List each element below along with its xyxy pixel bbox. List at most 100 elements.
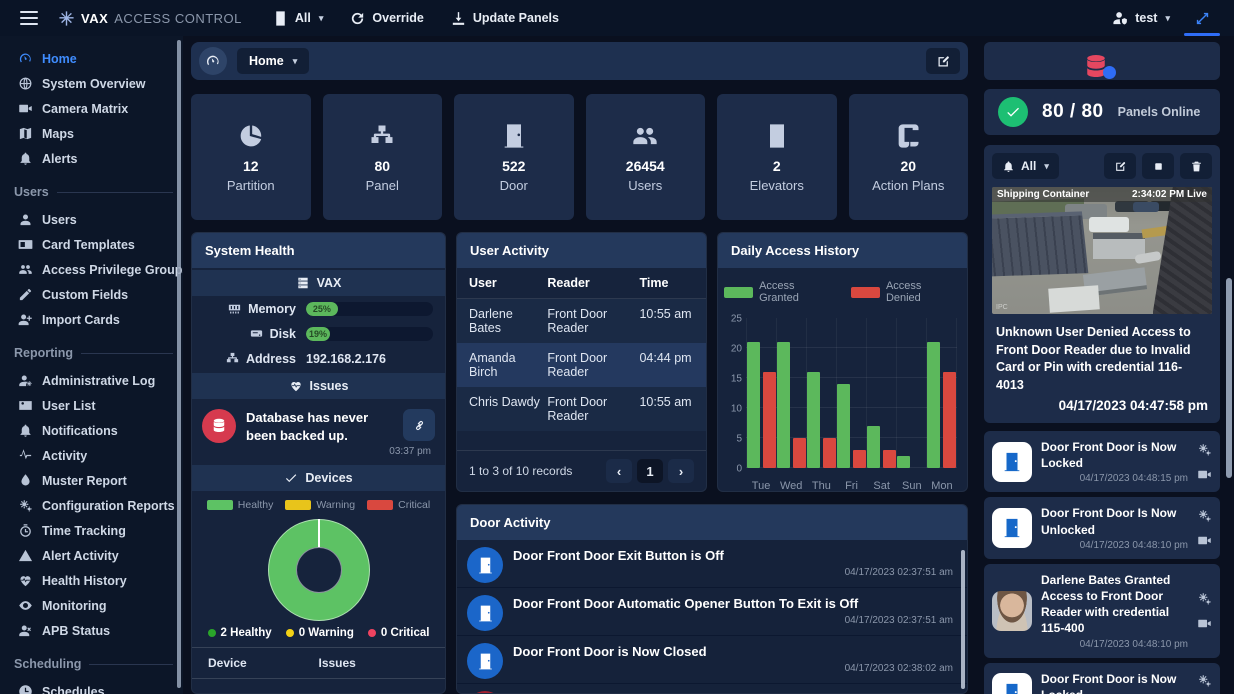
sidebar-item-custom-fields[interactable]: Custom Fields xyxy=(0,282,183,307)
chart-category-group xyxy=(807,318,837,468)
metric-row-memory: Memory 25% xyxy=(192,296,445,321)
check-circle-icon xyxy=(998,97,1028,127)
legend-item: Healthy xyxy=(207,499,274,511)
device-count: 2 Healthy xyxy=(208,627,272,639)
bar-granted xyxy=(867,426,880,468)
sidebar-item-access-privilege-groups[interactable]: Access Privilege Groups xyxy=(0,257,183,282)
next-page-button[interactable]: › xyxy=(668,459,694,483)
sidebar-section-scheduling: Scheduling xyxy=(0,643,183,679)
card-icon xyxy=(18,237,33,252)
issue-link-button[interactable] xyxy=(403,409,435,441)
sidebar-item-user-list[interactable]: User List xyxy=(0,393,183,418)
user-activity-title: User Activity xyxy=(457,233,706,268)
menu-toggle-button[interactable] xyxy=(10,0,48,36)
clear-button[interactable] xyxy=(1180,153,1212,179)
bar-granted xyxy=(747,342,760,468)
stat-tile-users[interactable]: 26454 Users xyxy=(586,94,706,220)
sidebar-item-time-tracking[interactable]: Time Tracking xyxy=(0,518,183,543)
alert-item[interactable]: Door Front Door Is Now Unlocked 04/17/20… xyxy=(984,497,1220,558)
gauge-icon xyxy=(18,51,33,66)
sidebar-item-monitoring[interactable]: Monitoring xyxy=(0,593,183,618)
sidebar-item-muster-report[interactable]: Muster Report xyxy=(0,468,183,493)
stat-tile-door[interactable]: 522 Door xyxy=(454,94,574,220)
issue-time: 03:37 pm xyxy=(192,446,445,463)
database-status-card[interactable] xyxy=(984,42,1220,80)
camera-feed[interactable]: Shipping Container 2:34:02 PM Live xyxy=(992,187,1212,314)
sidebar-item-administrative-log[interactable]: Administrative Log xyxy=(0,368,183,393)
cogs-icon xyxy=(1197,442,1212,457)
prev-page-button[interactable]: ‹ xyxy=(606,459,632,483)
door-event-row[interactable]: Door Front Door Exit Button is Off 04/17… xyxy=(457,540,967,588)
alert-filter-dropdown[interactable]: All▾ xyxy=(992,153,1059,179)
current-page-button[interactable]: 1 xyxy=(637,459,663,483)
chart-y-axis: 0510152025 xyxy=(724,312,746,474)
alert-actions xyxy=(1197,673,1212,694)
device-count: 0 Warning xyxy=(286,627,354,639)
alert-feed: Door Front Door is Now Locked 04/17/2023… xyxy=(984,431,1220,694)
sidebar-item-camera-matrix[interactable]: Camera Matrix xyxy=(0,96,183,121)
sidebar-item-schedules[interactable]: Schedules xyxy=(0,679,183,694)
user-activity-row[interactable]: Chris Dawdy Front Door Reader 10:55 am xyxy=(457,387,706,431)
sidebar-scrollbar[interactable] xyxy=(177,40,181,688)
building-icon xyxy=(763,122,791,150)
sitemap-icon xyxy=(225,351,240,366)
popout-button[interactable] xyxy=(1104,153,1136,179)
issues-band: Issues xyxy=(192,373,445,399)
camera-icon xyxy=(1197,467,1212,482)
sidebar-item-notifications[interactable]: Notifications xyxy=(0,418,183,443)
bar-granted xyxy=(837,384,850,468)
stat-tile-elevators[interactable]: 2 Elevators xyxy=(717,94,837,220)
devices-table-header: DeviceIssues xyxy=(192,647,445,679)
sidebar-item-maps[interactable]: Maps xyxy=(0,121,183,146)
sidebar-item-card-templates[interactable]: Card Templates xyxy=(0,232,183,257)
door-event-row[interactable]: Door Front Door Automatic Opener Button … xyxy=(457,588,967,636)
stat-tile-action-plans[interactable]: 20 Action Plans xyxy=(849,94,969,220)
override-button[interactable]: Override xyxy=(339,0,433,36)
sidebar-item-system-overview[interactable]: System Overview xyxy=(0,71,183,96)
alert-item[interactable]: Door Front Door is Now Locked 04/17/2023… xyxy=(984,431,1220,492)
breadcrumb-home-dropdown[interactable]: Home▾ xyxy=(237,48,309,74)
door-event-row[interactable]: Unknown User Denied Access to Front Door… xyxy=(457,684,967,693)
update-panels-button[interactable]: Update Panels xyxy=(440,0,569,36)
sidebar-item-home[interactable]: Home xyxy=(0,46,183,71)
fullscreen-toggle[interactable] xyxy=(1180,0,1224,36)
brand-bold: VAX xyxy=(81,11,108,26)
edit-icon xyxy=(1114,160,1127,173)
user-activity-row[interactable]: Amanda Birch Front Door Reader 04:44 pm xyxy=(457,343,706,387)
edit-dashboard-button[interactable] xyxy=(926,48,960,74)
chart-title: Daily Access History xyxy=(718,233,967,268)
partition-filter-dropdown[interactable]: All▾ xyxy=(262,0,334,36)
sidebar-item-import-cards[interactable]: Import Cards xyxy=(0,307,183,332)
alert-item[interactable]: Door Front Door is Now Locked 04/17/2023… xyxy=(984,663,1220,694)
sidebar-item-health-history[interactable]: Health History xyxy=(0,568,183,593)
issue-item[interactable]: Database has never been backed up. xyxy=(192,399,445,446)
door-event-row[interactable]: Door Front Door is Now Closed 04/17/2023… xyxy=(457,636,967,684)
alert-item[interactable]: Darlene Bates Granted Access to Front Do… xyxy=(984,564,1220,658)
bell-icon xyxy=(18,151,33,166)
user-activity-row[interactable]: Darlene Bates Front Door Reader 10:55 am xyxy=(457,299,706,343)
scroll-icon xyxy=(894,122,922,150)
camera-time: 2:34:02 PM xyxy=(1132,189,1184,200)
bar-granted xyxy=(777,342,790,468)
person-x-icon xyxy=(18,623,33,638)
sidebar-item-alert-activity[interactable]: Alert Activity xyxy=(0,543,183,568)
stat-tile-panel[interactable]: 80 Panel xyxy=(323,94,443,220)
sidebar-item-apb-status[interactable]: APB Status xyxy=(0,618,183,643)
stat-tile-partition[interactable]: 12 Partition xyxy=(191,94,311,220)
user-menu[interactable]: test▾ xyxy=(1102,0,1180,36)
right-sidebar-scrollbar[interactable] xyxy=(1226,278,1232,478)
stop-button[interactable] xyxy=(1142,153,1174,179)
main-content: Home▾ 12 Partition 80 Panel 522 Door 264… xyxy=(183,36,982,694)
system-health-panel: System Health VAX Memory 25% Disk 19% Ad… xyxy=(191,232,446,694)
sidebar-item-activity[interactable]: Activity xyxy=(0,443,183,468)
sidebar-item-alerts[interactable]: Alerts xyxy=(0,146,183,171)
server-icon xyxy=(296,276,310,290)
door-activity-scrollbar[interactable] xyxy=(961,550,965,689)
bar-denied xyxy=(763,372,776,468)
activity-icon xyxy=(18,448,33,463)
devices-band: Devices xyxy=(192,465,445,491)
camera-live-badge: Live xyxy=(1187,189,1207,200)
sidebar-item-configuration-reports[interactable]: Configuration Reports xyxy=(0,493,183,518)
sidebar-item-users[interactable]: Users xyxy=(0,207,183,232)
issue-text: Database has never been backed up. xyxy=(246,409,393,444)
